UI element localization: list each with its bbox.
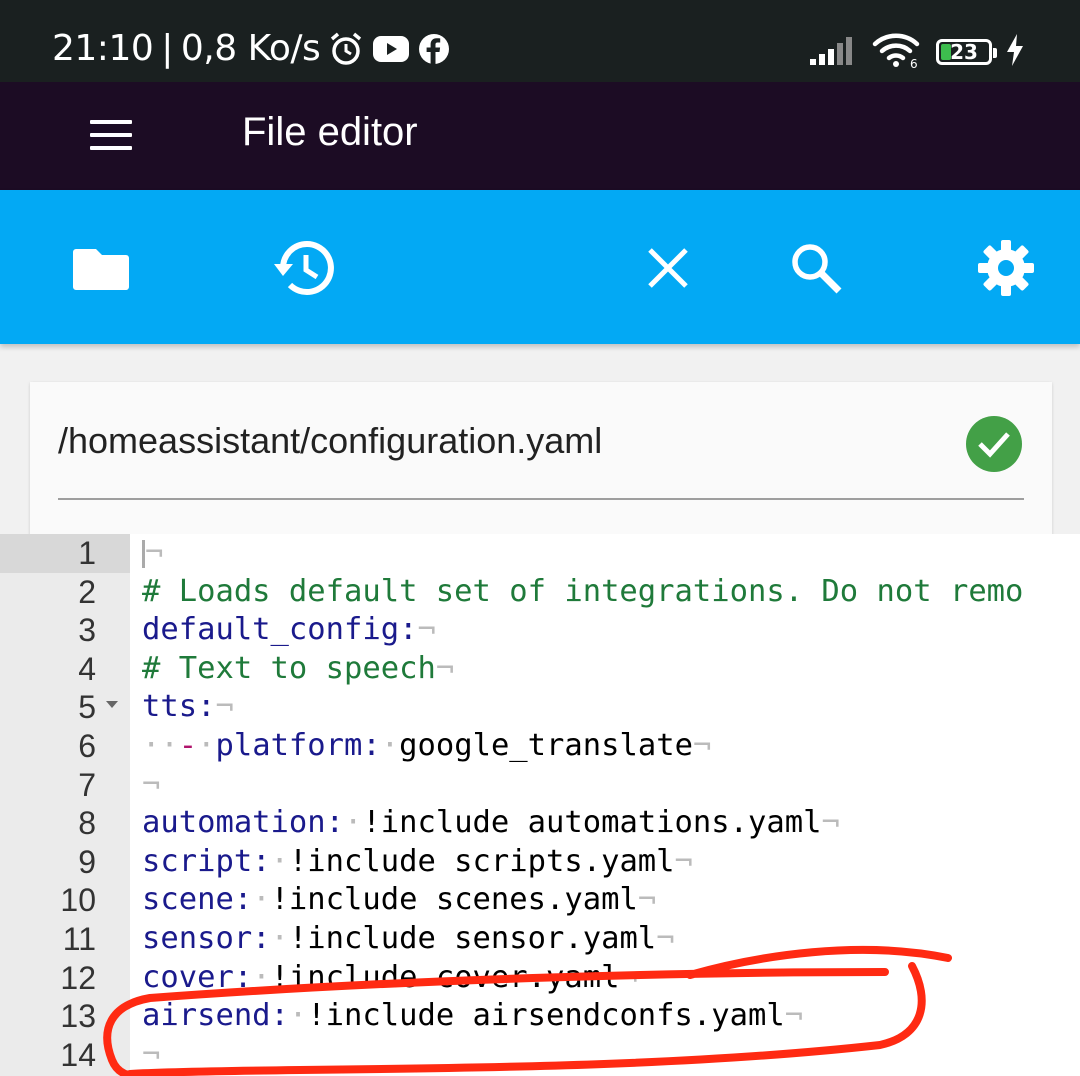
code-line-4[interactable]: 4 # Text to speech¬	[0, 650, 1080, 689]
settings-gear-icon[interactable]	[974, 236, 1038, 300]
yaml-key: script:	[142, 843, 271, 879]
check-circle-icon	[966, 416, 1022, 472]
code-line-10[interactable]: 10 scene:·!include scenes.yaml¬	[0, 881, 1080, 920]
youtube-icon	[372, 34, 410, 64]
code-line-7[interactable]: 7 ¬	[0, 766, 1080, 805]
yaml-dash: -	[178, 728, 198, 763]
code-editor[interactable]: 1 ¬ 2 # Loads default set of integration…	[0, 534, 1080, 1076]
line-number: 13	[60, 998, 96, 1035]
yaml-value: !include airsendconfs.yaml	[307, 998, 785, 1034]
yaml-key: airsend:	[142, 998, 289, 1034]
line-number: 5	[78, 689, 96, 726]
yaml-value: !include automations.yaml	[362, 805, 822, 841]
status-left: 21:10 | 0,8 Ko/s	[52, 28, 450, 69]
battery-icon: 23	[936, 39, 997, 65]
svg-text:6: 6	[910, 57, 918, 70]
code-comment: # Loads default set of integrations. Do …	[142, 573, 1024, 609]
charging-icon	[1006, 34, 1024, 70]
yaml-key: scene:	[142, 882, 253, 918]
signal-icon	[810, 35, 858, 69]
yaml-value: !include cover.yaml	[270, 959, 620, 995]
file-path-text: /homeassistant/configuration.yaml	[58, 420, 603, 461]
page-title: File editor	[242, 110, 418, 154]
line-number: 1	[78, 535, 96, 571]
fold-arrow-icon[interactable]	[106, 701, 118, 709]
editor-toolbar	[0, 190, 1080, 344]
code-line-11[interactable]: 11 sensor:·!include sensor.yaml¬	[0, 920, 1080, 959]
code-line-9[interactable]: 9 script:·!include scripts.yaml¬	[0, 843, 1080, 882]
line-number: 3	[78, 612, 96, 649]
close-icon[interactable]	[636, 236, 700, 300]
folder-icon[interactable]	[70, 236, 134, 300]
status-bar: 21:10 | 0,8 Ko/s 6 23	[0, 0, 1080, 82]
code-line-8[interactable]: 8 automation:·!include automations.yaml¬	[0, 804, 1080, 843]
code-line-14[interactable]: 14 ¬	[0, 1036, 1080, 1075]
code-line-1[interactable]: 1 ¬	[0, 534, 1080, 573]
search-icon[interactable]	[784, 236, 848, 300]
line-number: 4	[78, 650, 96, 687]
line-number: 7	[78, 766, 96, 803]
code-line-6[interactable]: 6 ··-·platform:·google_translate¬	[0, 727, 1080, 766]
line-number: 9	[78, 843, 96, 880]
alarm-icon	[328, 31, 364, 67]
code-line-3[interactable]: 3 default_config:¬	[0, 611, 1080, 650]
code-line-13[interactable]: 13 airsend:·!include airsendconfs.yaml¬	[0, 997, 1080, 1036]
yaml-value: !include scenes.yaml	[270, 882, 638, 918]
separator: |	[161, 28, 173, 69]
yaml-value: !include sensor.yaml	[288, 921, 657, 956]
battery-level: 23	[950, 40, 978, 64]
line-number: 12	[60, 959, 96, 996]
yaml-key: sensor:	[142, 921, 271, 956]
code-comment: # Text to speech	[142, 650, 436, 686]
status-right: 6 23	[810, 30, 1024, 74]
code-line-12[interactable]: 12 cover:·!include cover.yaml¬	[0, 959, 1080, 998]
yaml-key: default_config:	[142, 612, 418, 648]
hamburger-menu-icon[interactable]	[90, 120, 132, 152]
file-path-field[interactable]: /homeassistant/configuration.yaml	[58, 412, 1024, 500]
line-number: 8	[78, 805, 96, 842]
wifi-icon: 6	[872, 30, 922, 74]
yaml-value: !include scripts.yaml	[288, 843, 675, 879]
yaml-value: google_translate	[399, 728, 693, 763]
network-speed: 0,8 Ko/s	[180, 28, 321, 69]
line-number: 6	[78, 728, 96, 764]
history-icon[interactable]	[272, 236, 336, 300]
yaml-key: platform:	[215, 728, 381, 763]
line-number: 11	[62, 921, 96, 957]
code-line-2[interactable]: 2 # Loads default set of integrations. D…	[0, 573, 1080, 612]
yaml-key: tts:	[142, 689, 216, 725]
app-bar: File editor	[0, 82, 1080, 190]
clock: 21:10	[52, 28, 154, 69]
facebook-icon	[418, 33, 450, 65]
code-line-5[interactable]: 5 tts:¬	[0, 688, 1080, 727]
line-number: 2	[78, 573, 96, 610]
line-number: 14	[60, 1036, 96, 1073]
line-number: 10	[60, 882, 96, 919]
yaml-key: cover:	[142, 959, 253, 995]
yaml-key: automation:	[142, 805, 344, 841]
